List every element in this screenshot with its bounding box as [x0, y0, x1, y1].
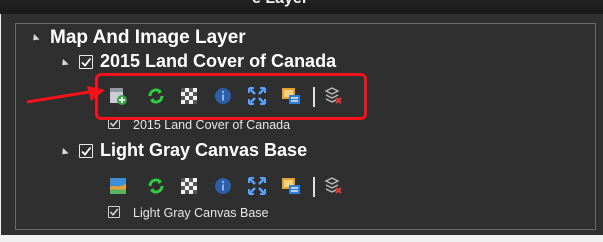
sublayer-label: Light Gray Canvas Base	[133, 206, 269, 220]
transparency-icon[interactable]	[179, 176, 199, 196]
group-label: Map And Image Layer	[50, 27, 246, 48]
layer-checkbox[interactable]	[79, 55, 93, 69]
annotation-highlight-box	[95, 73, 367, 120]
legend-icon[interactable]	[281, 176, 301, 196]
sublayer-label: 2015 Land Cover of Canada	[133, 118, 291, 132]
annotation-arrow-icon	[27, 86, 105, 104]
sublayer-checkbox[interactable]	[108, 206, 120, 218]
layer-checkbox[interactable]	[79, 144, 93, 158]
layer-title: 2015 Land Cover of Canada	[100, 51, 337, 71]
top-partial-label: e Layer	[252, 0, 308, 8]
refresh-icon[interactable]	[146, 176, 166, 196]
info-icon[interactable]	[213, 176, 233, 196]
window-top-strip: e Layer	[0, 0, 603, 14]
basemap-icon[interactable]	[108, 176, 128, 196]
toolbar-separator	[313, 177, 315, 197]
layer-title: Light Gray Canvas Base	[100, 140, 308, 160]
remove-layer-icon[interactable]	[323, 176, 343, 196]
zoom-to-extent-icon[interactable]	[247, 176, 267, 196]
